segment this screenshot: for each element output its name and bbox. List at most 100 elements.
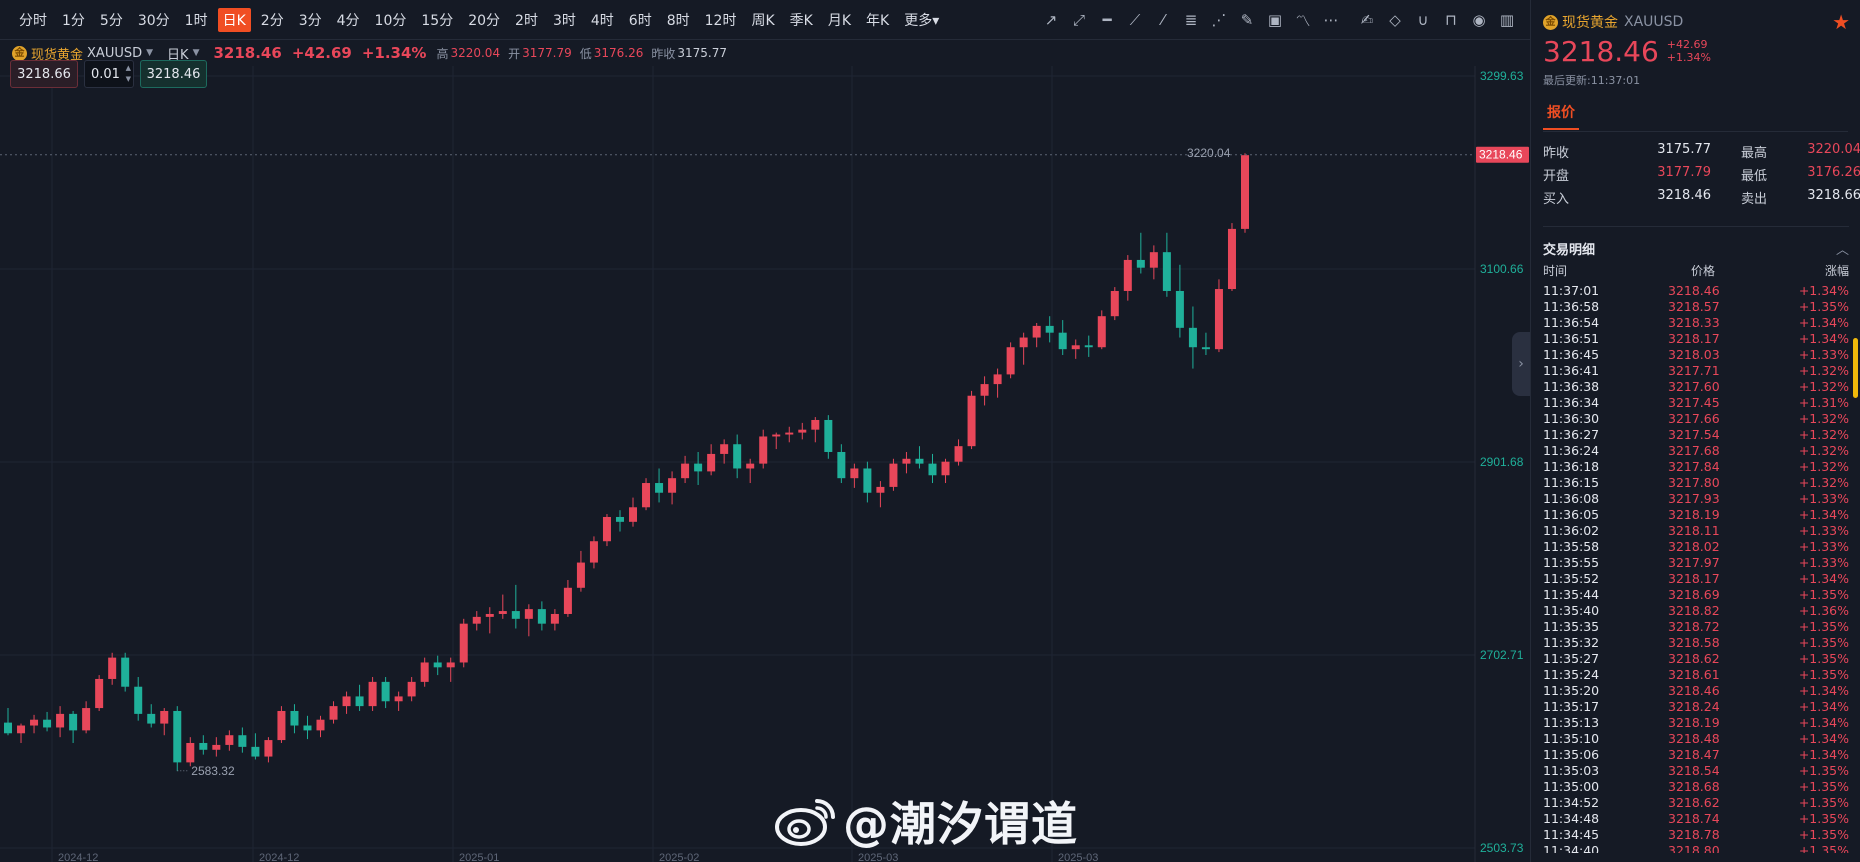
high-value: 3220.04	[1807, 142, 1860, 157]
period-13[interactable]: 3时	[548, 8, 581, 32]
horizontal-line-icon[interactable]: ━	[1096, 9, 1118, 31]
period-6[interactable]: 2分	[256, 8, 289, 32]
trade-time: 11:34:40	[1543, 843, 1600, 853]
lot-input[interactable]: 0.01 ▲ ▼	[84, 60, 134, 88]
candle-body	[954, 446, 963, 462]
symbol-code[interactable]: XAUUSD	[87, 46, 142, 61]
bid-value: 3218.46	[1657, 188, 1711, 203]
trade-change: +1.33%	[1798, 555, 1849, 570]
trade-price: 3217.71	[1668, 363, 1720, 378]
gann-fan-icon[interactable]: ⋰	[1208, 9, 1230, 31]
trade-time: 11:34:48	[1543, 811, 1600, 826]
period-0[interactable]: 分时	[14, 8, 52, 32]
price-change-pct: +1.34%	[361, 44, 427, 62]
period-20[interactable]: 月K	[823, 8, 856, 32]
candle-body	[381, 681, 390, 702]
gold-coin-icon: 金	[1543, 14, 1558, 30]
trade-time: 11:36:54	[1543, 315, 1600, 330]
segment-icon[interactable]: ⟋	[1124, 9, 1146, 31]
chevron-up-icon[interactable]: ︿	[1836, 239, 1849, 258]
buy-button[interactable]: 3218.46	[140, 60, 207, 88]
collapse-panel-button[interactable]: ›	[1512, 332, 1530, 396]
trade-row: 11:34:52 3218.62 +1.35%	[1543, 795, 1849, 811]
period-12[interactable]: 2时	[510, 8, 543, 32]
candle-body	[837, 451, 846, 479]
trade-time: 11:36:30	[1543, 411, 1600, 426]
period-4[interactable]: 1时	[180, 8, 213, 32]
trade-row: 11:35:40 3218.82 +1.36%	[1543, 603, 1849, 619]
trash-icon[interactable]: ▥	[1496, 9, 1518, 31]
trade-time: 11:35:24	[1543, 667, 1600, 682]
trade-change: +1.35%	[1798, 763, 1849, 778]
stepper-icon[interactable]: ▲ ▼	[126, 63, 131, 85]
period-18[interactable]: 周K	[746, 8, 779, 32]
period-22[interactable]: 更多▾	[899, 8, 944, 32]
fibonacci-icon[interactable]: ≣	[1180, 9, 1202, 31]
candle-body	[694, 463, 703, 472]
caret-down-icon[interactable]: ▼	[146, 48, 153, 58]
trade-time: 11:35:32	[1543, 635, 1600, 650]
sell-button[interactable]: 3218.66	[10, 60, 78, 88]
trend-line-icon[interactable]: ↗	[1040, 9, 1062, 31]
tab-quote[interactable]: 报价	[1543, 102, 1579, 130]
trade-row: 11:36:30 3217.66 +1.32%	[1543, 411, 1849, 427]
trade-row: 11:36:41 3217.71 +1.32%	[1543, 363, 1849, 379]
period-17[interactable]: 12时	[700, 8, 742, 32]
trade-row: 11:35:44 3218.69 +1.35%	[1543, 587, 1849, 603]
period-7[interactable]: 3分	[294, 8, 327, 32]
eraser-icon[interactable]: ◇	[1384, 9, 1406, 31]
period-21[interactable]: 年K	[861, 8, 894, 32]
trade-rows: 11:37:01 3218.46 +1.34% 11:36:58 3218.57 +1.3…	[1543, 283, 1849, 853]
favorite-star-icon[interactable]: ★	[1832, 10, 1850, 34]
candle-body	[785, 432, 794, 435]
arrow-line-icon[interactable]: ⁄	[1152, 9, 1174, 31]
trade-change: +1.33%	[1798, 523, 1849, 538]
y-tick-label: 2901.68	[1480, 455, 1524, 469]
scrollbar[interactable]	[1853, 338, 1858, 398]
period-14[interactable]: 4时	[586, 8, 619, 32]
period-16[interactable]: 8时	[662, 8, 695, 32]
wave-icon[interactable]: 〽	[1292, 9, 1314, 31]
eye-icon[interactable]: ◉	[1468, 9, 1490, 31]
lock-icon[interactable]: ⊓	[1440, 9, 1462, 31]
candle-body	[303, 725, 312, 731]
trade-details-header[interactable]: 交易明细 ︿	[1543, 239, 1849, 258]
trade-price: 3218.19	[1668, 507, 1720, 522]
note-icon[interactable]: ✍	[1356, 9, 1378, 31]
candle-body	[1214, 289, 1223, 350]
caret-down-icon[interactable]: ▼	[193, 48, 200, 58]
image-icon[interactable]: ▣	[1264, 9, 1286, 31]
candle-body	[1123, 259, 1132, 291]
trade-change: +1.32%	[1798, 459, 1849, 474]
candlestick-chart[interactable]: 3299.63 3100.66 2901.68 2702.71 2503.73 2024-…	[0, 66, 1530, 862]
more-dots-icon[interactable]: ⋯	[1320, 9, 1342, 31]
period-15[interactable]: 6时	[624, 8, 657, 32]
period-8[interactable]: 4分	[332, 8, 365, 32]
trade-change: +1.35%	[1798, 651, 1849, 666]
candle-body	[876, 486, 885, 493]
period-1[interactable]: 1分	[57, 8, 90, 32]
trade-row: 11:36:54 3218.33 +1.34%	[1543, 315, 1849, 331]
candle-body	[759, 436, 768, 464]
period-2[interactable]: 5分	[95, 8, 128, 32]
period-19[interactable]: 季K	[785, 8, 818, 32]
candle-body	[1071, 345, 1080, 350]
candle-body	[537, 609, 546, 624]
candle-body	[915, 458, 924, 464]
ray-icon[interactable]: ⤢	[1068, 9, 1090, 31]
period-10[interactable]: 15分	[416, 8, 458, 32]
pencil-icon[interactable]: ✎	[1236, 9, 1258, 31]
candle-body	[1149, 252, 1158, 268]
trade-change: +1.34%	[1798, 731, 1849, 746]
period-9[interactable]: 10分	[370, 8, 412, 32]
magnet-icon[interactable]: ∪	[1412, 9, 1434, 31]
last-updated: 最后更新:11:37:01	[1543, 74, 1641, 87]
candle-body	[17, 725, 26, 734]
trade-change: +1.34%	[1798, 571, 1849, 586]
candle-body	[251, 746, 260, 757]
period-5[interactable]: 日K	[217, 7, 251, 32]
open-label: 开盘	[1543, 169, 1570, 184]
period-11[interactable]: 20分	[463, 8, 505, 32]
period-3[interactable]: 30分	[133, 8, 175, 32]
col-price: 价格	[1690, 264, 1715, 278]
